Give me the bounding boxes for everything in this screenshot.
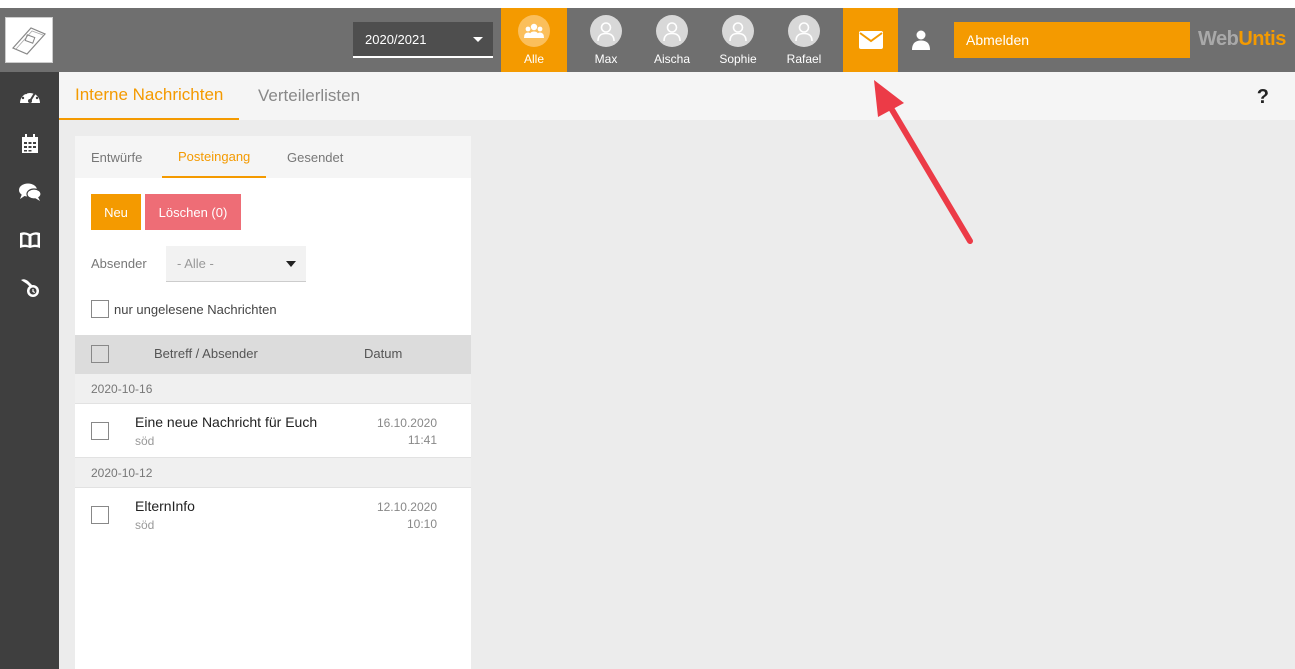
person-label: Sophie xyxy=(719,52,757,66)
person-rafael[interactable]: Rafael xyxy=(771,8,837,72)
user-avatar-icon xyxy=(788,15,820,47)
top-bar: 2020/2021 Alle Max Aischa Sophie Rafael … xyxy=(0,8,1295,72)
person-all[interactable]: Alle xyxy=(501,8,567,72)
message-row[interactable]: ElternInfo söd 12.10.2020 10:10 xyxy=(75,488,471,542)
person-sophie[interactable]: Sophie xyxy=(705,8,771,72)
person-aischa[interactable]: Aischa xyxy=(639,8,705,72)
person-label: Max xyxy=(594,52,618,66)
message-subject: Eine neue Nachricht für Euch xyxy=(135,414,318,430)
column-subject[interactable]: Betreff / Absender xyxy=(154,346,258,361)
notebook-icon xyxy=(11,27,47,55)
person-label: Rafael xyxy=(786,52,822,66)
tab-drafts[interactable]: Entwürfe xyxy=(75,136,158,178)
message-date: 12.10.2020 10:10 xyxy=(376,500,437,531)
delete-button[interactable]: Löschen (0) xyxy=(145,194,241,230)
unread-only-toggle: nur ungelesene Nachrichten xyxy=(91,300,277,318)
message-checkbox[interactable] xyxy=(91,422,109,440)
sidebar-item-dashboard[interactable] xyxy=(0,72,59,120)
message-date: 16.10.2020 11:41 xyxy=(376,416,437,447)
group-icon xyxy=(518,15,550,47)
sidebar-item-office-hours[interactable] xyxy=(0,264,59,312)
tab-internal-messages[interactable]: Interne Nachrichten xyxy=(59,72,240,120)
sidebar-item-messages[interactable] xyxy=(0,168,59,216)
unread-only-checkbox[interactable] xyxy=(91,300,109,318)
book-icon xyxy=(19,232,40,248)
person-label: Alle xyxy=(523,52,544,66)
dashboard-icon xyxy=(19,89,40,103)
logout-label: Abmelden xyxy=(966,32,1030,48)
sidebar xyxy=(0,72,59,669)
message-sender: söd xyxy=(135,518,155,532)
child-switcher: Alle Max Aischa Sophie Rafael xyxy=(501,8,837,72)
table-header: Betreff / Absender Datum xyxy=(75,335,471,374)
unread-only-label: nur ungelesene Nachrichten xyxy=(114,301,277,317)
user-avatar-icon xyxy=(656,15,688,47)
sender-filter-value: - Alle - xyxy=(177,256,214,271)
tab-distribution-lists[interactable]: Verteilerlisten xyxy=(242,72,376,120)
message-sender: söd xyxy=(135,434,155,448)
message-panel: Entwürfe Posteingang Gesendet Neu Lösche… xyxy=(75,136,471,669)
tab-inbox[interactable]: Posteingang xyxy=(162,136,267,178)
logout-button[interactable]: Abmelden xyxy=(954,22,1190,58)
message-checkbox[interactable] xyxy=(91,506,109,524)
support-icon xyxy=(20,279,39,297)
school-logo[interactable] xyxy=(5,17,53,63)
user-avatar-icon xyxy=(590,15,622,47)
webuntis-logo: WebUntis xyxy=(1198,28,1286,50)
user-icon xyxy=(912,30,930,50)
sender-filter-select[interactable]: - Alle - xyxy=(166,246,306,282)
chevron-down-icon xyxy=(286,261,296,267)
person-max[interactable]: Max xyxy=(573,8,639,72)
messages-button[interactable] xyxy=(843,8,898,72)
message-folder-tabs: Entwürfe Posteingang Gesendet xyxy=(75,136,471,178)
date-group-header: 2020-10-12 xyxy=(75,458,471,488)
profile-button[interactable] xyxy=(903,24,939,56)
page-tabs: Interne Nachrichten Verteilerlisten ? xyxy=(59,72,1295,120)
sidebar-item-calendar[interactable] xyxy=(0,120,59,168)
help-icon[interactable]: ? xyxy=(1257,86,1269,109)
person-label: Aischa xyxy=(653,52,691,66)
sender-filter-label: Absender xyxy=(91,256,147,271)
calendar-icon xyxy=(21,134,38,153)
chat-icon xyxy=(18,183,42,201)
column-date[interactable]: Datum xyxy=(364,346,402,361)
sidebar-item-classbook[interactable] xyxy=(0,216,59,264)
school-year-value: 2020/2021 xyxy=(365,31,427,47)
new-message-button[interactable]: Neu xyxy=(91,194,141,230)
school-year-select[interactable]: 2020/2021 xyxy=(353,22,493,58)
tab-sent[interactable]: Gesendet xyxy=(271,136,359,178)
message-row[interactable]: Eine neue Nachricht für Euch söd 16.10.2… xyxy=(75,404,471,458)
envelope-icon xyxy=(858,31,883,49)
select-all-checkbox[interactable] xyxy=(91,345,109,363)
message-subject: ElternInfo xyxy=(135,498,195,514)
user-avatar-icon xyxy=(722,15,754,47)
date-group-header: 2020-10-16 xyxy=(75,374,471,404)
chevron-down-icon xyxy=(473,37,483,42)
